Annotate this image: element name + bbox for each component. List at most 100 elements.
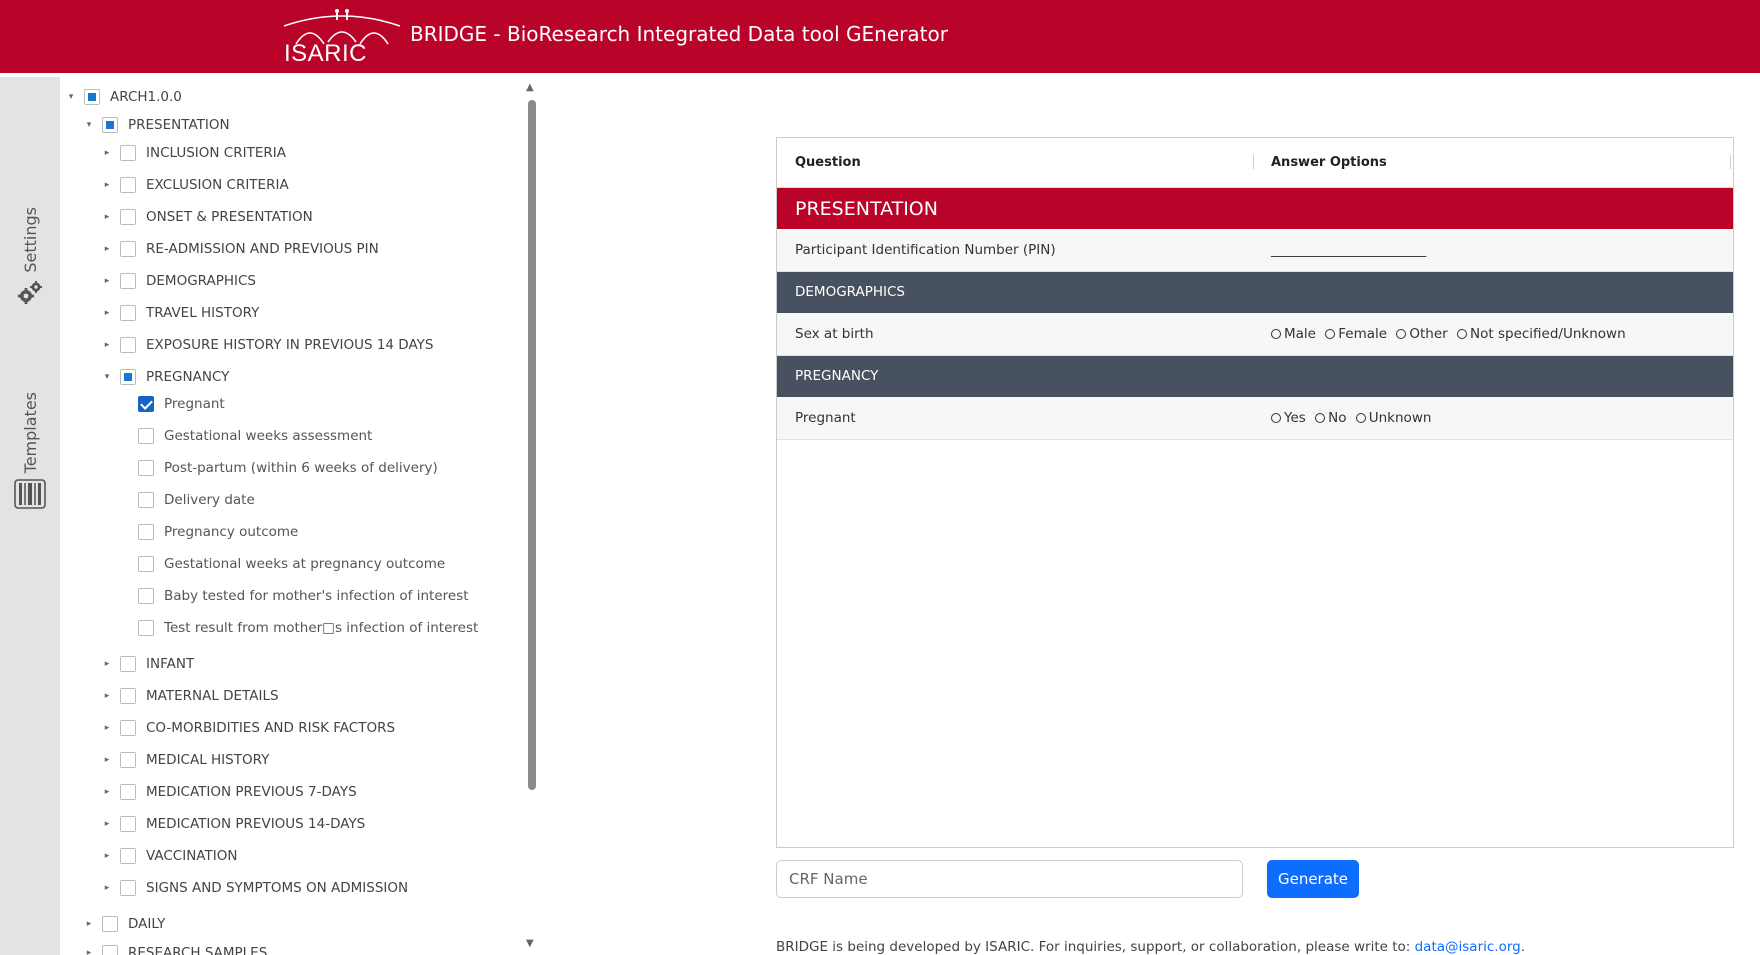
caret-right-icon[interactable]: ▸ bbox=[102, 340, 112, 350]
tree-leaf[interactable]: Gestational weeks at pregnancy outcome bbox=[138, 552, 445, 576]
tree-node-section[interactable]: ▸ MEDICATION PREVIOUS 7-DAYS bbox=[102, 780, 357, 804]
answer-text-line: _______________________ bbox=[1271, 242, 1427, 258]
tree-checkbox[interactable] bbox=[120, 305, 136, 321]
tree-checkbox[interactable] bbox=[120, 369, 136, 385]
caret-right-icon[interactable]: ▸ bbox=[102, 244, 112, 254]
radio-option: No bbox=[1315, 410, 1346, 426]
caret-right-icon[interactable]: ▸ bbox=[102, 883, 112, 893]
tree-node-section[interactable]: ▸ TRAVEL HISTORY bbox=[102, 301, 259, 325]
tree-checkbox[interactable] bbox=[138, 620, 154, 636]
tree-checkbox[interactable] bbox=[138, 492, 154, 508]
caret-right-icon[interactable]: ▸ bbox=[84, 948, 94, 955]
tree-node-presentation[interactable]: ▾ PRESENTATION bbox=[84, 113, 230, 137]
caret-right-icon[interactable]: ▸ bbox=[102, 755, 112, 765]
tree-checkbox[interactable] bbox=[138, 524, 154, 540]
tree-checkbox[interactable] bbox=[120, 273, 136, 289]
caret-right-icon[interactable]: ▸ bbox=[102, 787, 112, 797]
caret-right-icon[interactable]: ▸ bbox=[102, 819, 112, 829]
tree-checkbox[interactable] bbox=[120, 816, 136, 832]
tree-leaf[interactable]: Gestational weeks assessment bbox=[138, 424, 372, 448]
tree-checkbox[interactable] bbox=[138, 556, 154, 572]
tree-scrollbar-thumb[interactable] bbox=[528, 100, 536, 790]
caret-down-icon[interactable]: ▾ bbox=[66, 92, 76, 102]
tree-node-section[interactable]: ▸ EXPOSURE HISTORY IN PREVIOUS 14 DAYS bbox=[102, 333, 433, 357]
tree-leaf[interactable]: Delivery date bbox=[138, 488, 255, 512]
tree-node-section[interactable]: ▸ MATERNAL DETAILS bbox=[102, 684, 279, 708]
tree-node-research-samples[interactable]: ▸ RESEARCH SAMPLES bbox=[84, 941, 267, 955]
app-header: ISARIC BRIDGE - BioResearch Integrated D… bbox=[0, 0, 1760, 73]
scroll-up-arrow-icon[interactable]: ▲ bbox=[526, 82, 534, 93]
tree-checkbox[interactable] bbox=[120, 145, 136, 161]
caret-right-icon[interactable]: ▸ bbox=[102, 851, 112, 861]
tree-node-section[interactable]: ▸ SIGNS AND SYMPTOMS ON ADMISSION bbox=[102, 876, 408, 900]
tree-checkbox[interactable] bbox=[102, 117, 118, 133]
question-text: Pregnant bbox=[795, 410, 856, 426]
tree-checkbox[interactable] bbox=[138, 460, 154, 476]
tree-checkbox[interactable] bbox=[138, 428, 154, 444]
tree-node-section[interactable]: ▸ INFANT bbox=[102, 652, 194, 676]
tree-checkbox[interactable] bbox=[120, 720, 136, 736]
tree-node-section[interactable]: ▸ RE-ADMISSION AND PREVIOUS PIN bbox=[102, 237, 379, 261]
tree-leaf[interactable]: Post-partum (within 6 weeks of delivery) bbox=[138, 456, 438, 480]
column-divider[interactable] bbox=[1253, 155, 1254, 169]
tree-checkbox[interactable] bbox=[84, 89, 100, 105]
tree-checkbox[interactable] bbox=[120, 752, 136, 768]
tree-checkbox[interactable] bbox=[102, 945, 118, 955]
answer-options: Yes No Unknown bbox=[1271, 410, 1436, 426]
caret-right-icon[interactable]: ▸ bbox=[102, 148, 112, 158]
tree-checkbox[interactable] bbox=[120, 241, 136, 257]
tree-checkbox[interactable] bbox=[138, 396, 154, 412]
tree-node-section[interactable]: ▸ VACCINATION bbox=[102, 844, 237, 868]
tree-node-section[interactable]: ▸ CO-MORBIDITIES AND RISK FACTORS bbox=[102, 716, 395, 740]
tree-node-section[interactable]: ▸ MEDICAL HISTORY bbox=[102, 748, 269, 772]
contact-email-link[interactable]: data@isaric.org bbox=[1415, 939, 1521, 955]
tree-label: EXPOSURE HISTORY IN PREVIOUS 14 DAYS bbox=[146, 337, 434, 353]
tree-checkbox[interactable] bbox=[120, 848, 136, 864]
tree-checkbox[interactable] bbox=[120, 688, 136, 704]
templates-tab[interactable]: Templates bbox=[8, 392, 52, 510]
tree-leaf[interactable]: Test result from mother□s infection of i… bbox=[138, 616, 478, 640]
tree-checkbox[interactable] bbox=[138, 588, 154, 604]
caret-right-icon[interactable]: ▸ bbox=[102, 180, 112, 190]
tree-leaf[interactable]: Pregnant bbox=[138, 392, 225, 416]
tree-checkbox[interactable] bbox=[120, 656, 136, 672]
caret-right-icon[interactable]: ▸ bbox=[102, 723, 112, 733]
scroll-down-arrow-icon[interactable]: ▼ bbox=[526, 938, 534, 949]
tree-checkbox[interactable] bbox=[120, 209, 136, 225]
column-header-question[interactable]: Question bbox=[795, 155, 861, 170]
tree-node-section[interactable]: ▸ MEDICATION PREVIOUS 14-DAYS bbox=[102, 812, 365, 836]
tree-label: Pregnant bbox=[164, 396, 225, 412]
tree-node-root[interactable]: ▾ ARCH1.0.0 bbox=[66, 85, 182, 109]
tree-checkbox[interactable] bbox=[120, 784, 136, 800]
tree-checkbox[interactable] bbox=[120, 880, 136, 896]
caret-right-icon[interactable]: ▸ bbox=[102, 276, 112, 286]
tree-node-daily[interactable]: ▸ DAILY bbox=[84, 912, 165, 936]
tree-checkbox[interactable] bbox=[120, 337, 136, 353]
tree-checkbox[interactable] bbox=[102, 916, 118, 932]
caret-down-icon[interactable]: ▾ bbox=[84, 120, 94, 130]
tree-node-section[interactable]: ▸ DEMOGRAPHICS bbox=[102, 269, 256, 293]
caret-right-icon[interactable]: ▸ bbox=[84, 919, 94, 929]
crf-name-input[interactable] bbox=[776, 860, 1243, 898]
caret-right-icon[interactable]: ▸ bbox=[102, 659, 112, 669]
table-subsection-row: DEMOGRAPHICS bbox=[777, 272, 1733, 313]
tree-node-section[interactable]: ▸ ONSET & PRESENTATION bbox=[102, 205, 313, 229]
tree-label: SIGNS AND SYMPTOMS ON ADMISSION bbox=[146, 880, 409, 896]
caret-right-icon[interactable]: ▸ bbox=[102, 691, 112, 701]
column-divider[interactable] bbox=[1730, 155, 1731, 169]
caret-right-icon[interactable]: ▸ bbox=[102, 308, 112, 318]
caret-right-icon[interactable]: ▸ bbox=[102, 212, 112, 222]
tree-checkbox[interactable] bbox=[120, 177, 136, 193]
tree-leaf[interactable]: Pregnancy outcome bbox=[138, 520, 298, 544]
tree-node-section[interactable]: ▸ INCLUSION CRITERIA bbox=[102, 141, 286, 165]
footer-note: BRIDGE is being developed by ISARIC. For… bbox=[776, 939, 1525, 955]
tree-node-pregnancy[interactable]: ▾ PREGNANCY bbox=[102, 365, 229, 389]
column-header-answers[interactable]: Answer Options bbox=[1271, 155, 1387, 170]
tree-leaf[interactable]: Baby tested for mother's infection of in… bbox=[138, 584, 469, 608]
caret-down-icon[interactable]: ▾ bbox=[102, 372, 112, 382]
settings-tab[interactable]: Settings bbox=[8, 207, 52, 305]
tree-node-section[interactable]: ▸ EXCLUSION CRITERIA bbox=[102, 173, 289, 197]
tree-label: DAILY bbox=[128, 916, 166, 932]
tree-label: ONSET & PRESENTATION bbox=[146, 209, 313, 225]
generate-button[interactable]: Generate bbox=[1267, 860, 1359, 898]
